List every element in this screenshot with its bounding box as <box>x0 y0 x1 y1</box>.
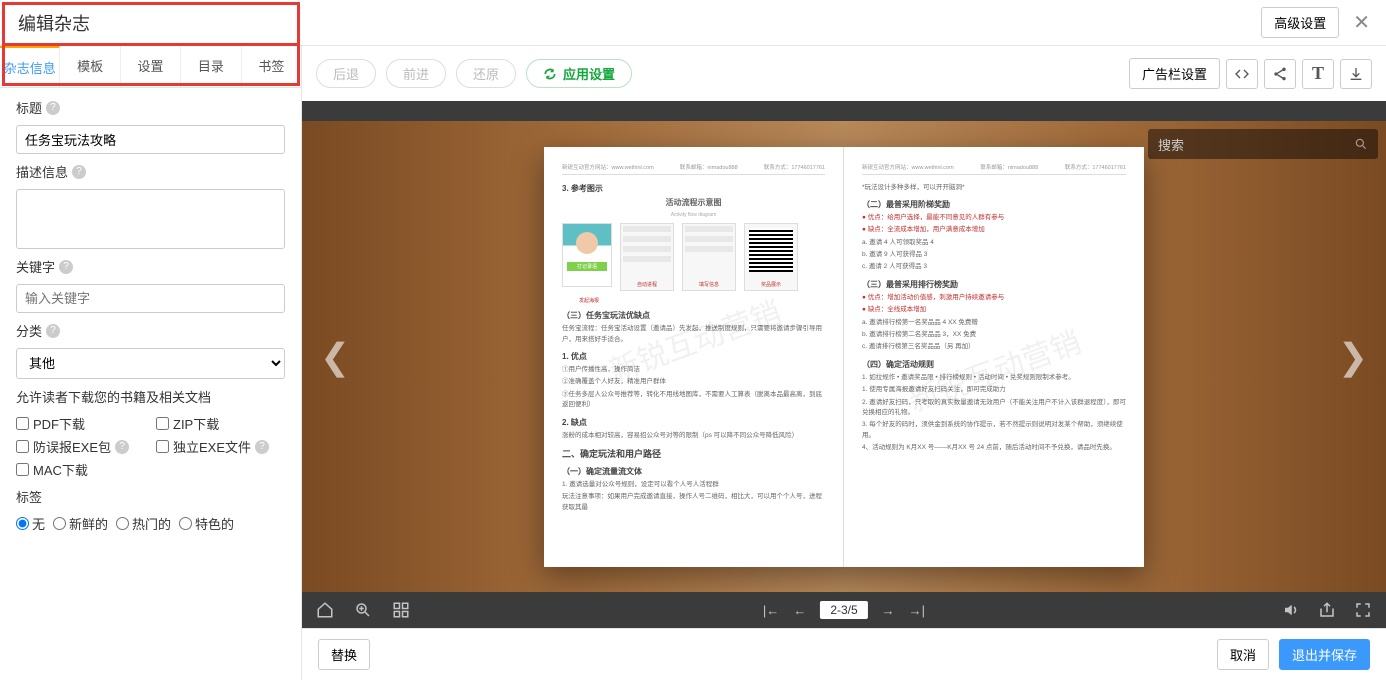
tab-magazine-info[interactable]: 杂志信息 <box>0 46 60 87</box>
help-icon[interactable]: ? <box>72 165 86 179</box>
title-label: 标题? <box>16 98 285 117</box>
search-input[interactable]: 搜索 <box>1148 129 1378 159</box>
next-page-icon[interactable]: → <box>882 603 895 618</box>
desc-label: 描述信息? <box>16 162 285 181</box>
category-label: 分类? <box>16 321 285 340</box>
tab-settings[interactable]: 设置 <box>121 46 181 87</box>
cancel-button[interactable]: 取消 <box>1217 639 1269 670</box>
zoom-icon[interactable] <box>354 601 372 619</box>
apply-settings-button[interactable]: 应用设置 <box>526 59 632 88</box>
download-label: 允许读者下载您的书籍及相关文档 <box>16 387 285 406</box>
book-spread: 新锐互动官方网站：www.wethinl.com联系邮箱：nimadou888联… <box>544 147 1144 567</box>
save-exit-button[interactable]: 退出并保存 <box>1279 639 1370 670</box>
viewer-bar: |← ← 2-3/5 → →| <box>302 592 1386 628</box>
refresh-icon <box>543 67 557 81</box>
desc-input[interactable] <box>16 189 285 249</box>
last-page-icon[interactable]: →| <box>909 603 925 618</box>
fullscreen-icon[interactable] <box>1354 601 1372 619</box>
radio-tag-hot[interactable]: 热门的 <box>116 514 171 533</box>
replace-button[interactable]: 替换 <box>318 639 370 670</box>
tab-bookmark[interactable]: 书签 <box>242 46 301 87</box>
page-left: 新锐互动官方网站：www.wethinl.com联系邮箱：nimadou888联… <box>544 147 844 567</box>
chk-mac[interactable]: MAC下载 <box>16 460 136 479</box>
prev-page-icon[interactable]: ← <box>793 603 806 618</box>
home-icon[interactable] <box>316 601 334 619</box>
tab-toc[interactable]: 目录 <box>181 46 241 87</box>
forward-button[interactable]: 前进 <box>386 59 446 88</box>
poster-thumb: 打记录语 <box>562 223 612 287</box>
tag-label: 标签 <box>16 487 285 506</box>
close-icon[interactable]: ✕ <box>1349 10 1374 35</box>
advanced-settings-button[interactable]: 高级设置 <box>1261 7 1339 38</box>
first-page-icon[interactable]: |← <box>763 603 779 618</box>
chk-pdf[interactable]: PDF下载 <box>16 414 136 433</box>
radio-tag-fresh[interactable]: 新鲜的 <box>53 514 108 533</box>
chk-exe-standalone[interactable]: 独立EXE文件? <box>156 437 276 456</box>
tab-template[interactable]: 模板 <box>60 46 120 87</box>
restore-button[interactable]: 还原 <box>456 59 516 88</box>
adbar-settings-button[interactable]: 广告栏设置 <box>1129 58 1220 89</box>
thumbnails-icon[interactable] <box>392 601 410 619</box>
sound-icon[interactable] <box>1282 601 1300 619</box>
page-indicator: 2-3/5 <box>820 601 867 619</box>
category-select[interactable]: 其他 <box>16 348 285 379</box>
stage-top-bar <box>302 101 1386 121</box>
code-icon[interactable] <box>1226 59 1258 89</box>
page-right: 新锐互动官方网站：www.wethinl.com联系邮箱：nimadou888联… <box>844 147 1144 567</box>
help-icon[interactable]: ? <box>46 324 60 338</box>
back-button[interactable]: 后退 <box>316 59 376 88</box>
help-icon[interactable]: ? <box>59 260 73 274</box>
keyword-label: 关键字? <box>16 257 285 276</box>
title-input[interactable] <box>16 125 285 154</box>
help-icon[interactable]: ? <box>46 101 60 115</box>
sidebar-tabs: 杂志信息 模板 设置 目录 书签 <box>0 46 301 88</box>
chk-zip[interactable]: ZIP下载 <box>156 414 276 433</box>
share-out-icon[interactable] <box>1318 601 1336 619</box>
share-icon[interactable] <box>1264 59 1296 89</box>
prev-page-arrow[interactable]: ❮ <box>320 336 350 378</box>
search-icon <box>1354 137 1368 151</box>
radio-tag-featured[interactable]: 特色的 <box>179 514 234 533</box>
text-icon[interactable]: T <box>1302 59 1334 89</box>
help-icon[interactable]: ? <box>115 440 129 454</box>
download-icon[interactable] <box>1340 59 1372 89</box>
preview-stage: 搜索 ❮ ❯ 新锐互动官方网站：www.wethinl.com联系邮箱：nima… <box>302 121 1386 592</box>
radio-tag-none[interactable]: 无 <box>16 514 45 533</box>
help-icon[interactable]: ? <box>255 440 269 454</box>
page-title: 编辑杂志 <box>12 10 90 36</box>
chk-exe-safe[interactable]: 防误报EXE包? <box>16 437 136 456</box>
keyword-input[interactable] <box>16 284 285 313</box>
next-page-arrow[interactable]: ❯ <box>1338 336 1368 378</box>
